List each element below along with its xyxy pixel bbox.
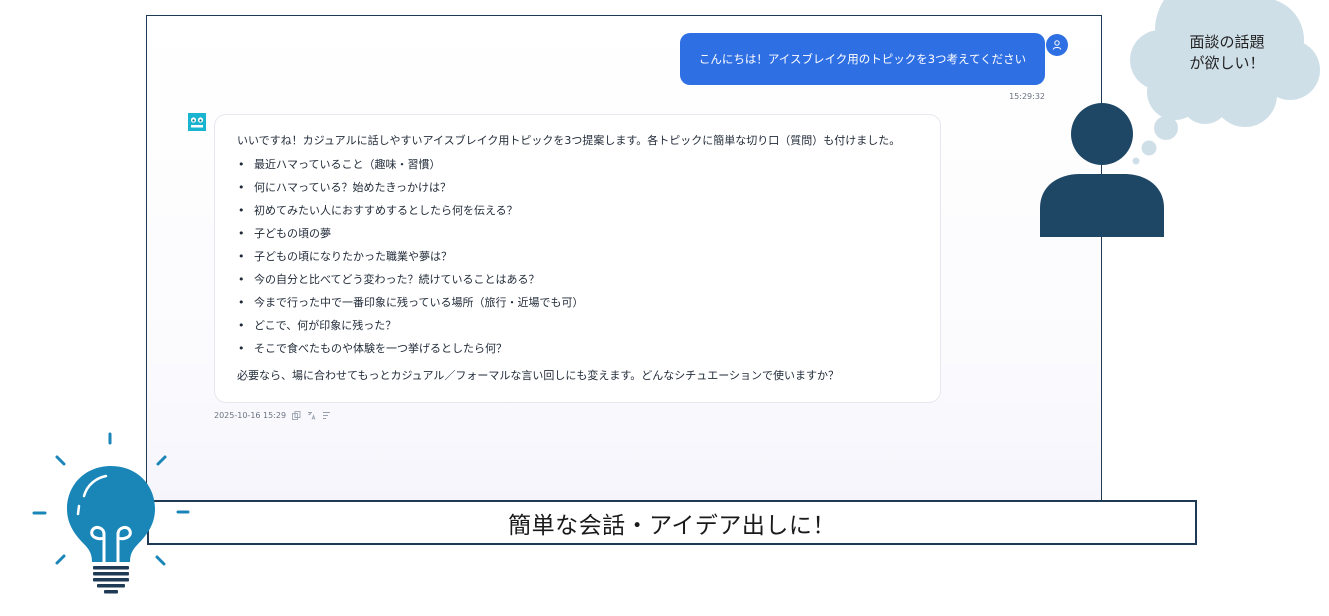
list-item: 今まで行った中で一番印象に残っている場所（旅行・近場でも可） bbox=[237, 296, 918, 319]
bot-message-meta: 2025-10-16 15:29 bbox=[214, 409, 331, 421]
thought-line-2: が欲しい！ bbox=[1189, 54, 1265, 72]
bot-outro-text: 必要なら、場に合わせてもっとカジュアル／フォーマルな言い回しにも変えます。どんな… bbox=[237, 369, 840, 382]
user-message-bubble: こんにちは！アイスブレイク用のトピックを3つ考えてください bbox=[680, 33, 1045, 85]
person-icon bbox=[1040, 103, 1164, 237]
caption-text: 簡単な会話・アイデア出しに！ bbox=[508, 512, 836, 539]
list-item: 最近ハマっていること（趣味・習慣） bbox=[237, 158, 918, 181]
list-item: 何にハマっている？始めたきっかけは？ bbox=[237, 181, 918, 204]
user-icon bbox=[1046, 34, 1068, 56]
list-item: 子どもの頃になりたかった職業や夢は？ bbox=[237, 250, 918, 273]
list-item: そこで食べたものや体験を一つ挙げるとしたら何？ bbox=[237, 342, 918, 365]
text-format-icon[interactable] bbox=[322, 411, 331, 420]
caption-box: 簡単な会話・アイデア出しに！ bbox=[147, 500, 1197, 545]
list-item: 初めてみたい人におすすめするとしたら何を伝える？ bbox=[237, 204, 918, 227]
bot-message-bubble: いいですね！カジュアルに話しやすいアイスブレイク用トピックを3つ提案します。各ト… bbox=[214, 114, 941, 403]
bot-topic-list: 最近ハマっていること（趣味・習慣） 何にハマっている？始めたきっかけは？ 初めて… bbox=[237, 158, 918, 365]
slide-canvas: こんにちは！アイスブレイク用のトピックを3つ考えてください 15:29:32 い… bbox=[0, 0, 1329, 616]
bot-message-timestamp: 2025-10-16 15:29 bbox=[214, 410, 287, 420]
list-item: どこで、何が印象に残った？ bbox=[237, 319, 918, 342]
list-item: 今の自分と比べてどう変わった？続けていることはある？ bbox=[237, 273, 918, 296]
chat-window: こんにちは！アイスブレイク用のトピックを3つ考えてください 15:29:32 い… bbox=[146, 15, 1102, 500]
list-item: 子どもの頃の夢 bbox=[237, 227, 918, 250]
thought-line-1: 面談の話題 bbox=[1189, 33, 1265, 51]
user-message-text: こんにちは！アイスブレイク用のトピックを3つ考えてください bbox=[698, 52, 1027, 66]
translate-icon[interactable] bbox=[307, 411, 316, 420]
copy-icon[interactable] bbox=[292, 410, 301, 420]
bot-icon bbox=[188, 113, 206, 131]
thought-text: 面談の話題 が欲しい！ bbox=[1164, 32, 1290, 74]
lightbulb-icon bbox=[32, 432, 190, 594]
bot-intro-text: いいですね！カジュアルに話しやすいアイスブレイク用トピックを3つ提案します。各ト… bbox=[237, 134, 901, 147]
